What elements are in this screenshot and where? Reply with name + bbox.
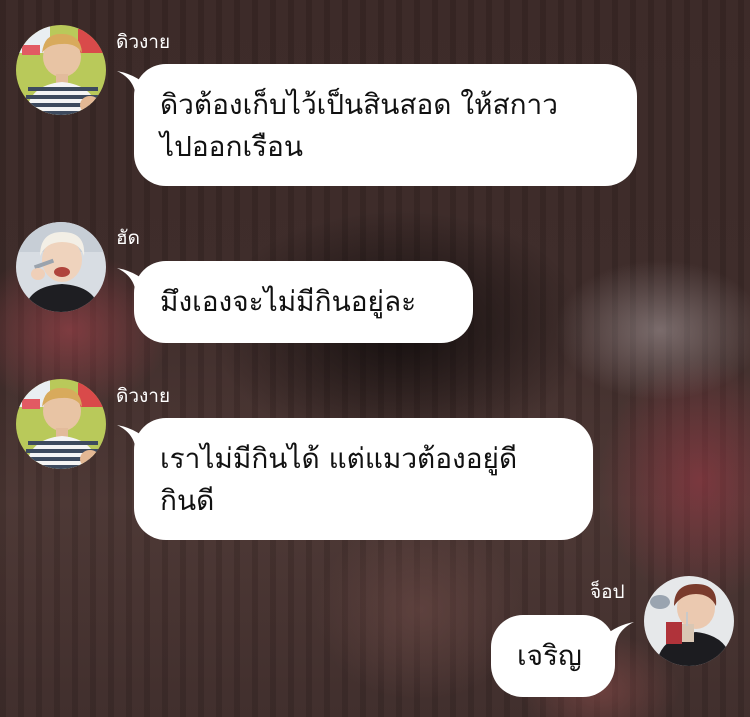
user-avatar-striped-shirt-icon — [16, 379, 106, 469]
user-avatar-drinking-icon — [644, 576, 734, 666]
message-text-line: ดิวต้องเก็บไว้เป็นสินสอด ให้สกาว — [160, 88, 559, 121]
sender-name: ดิวงาย — [116, 385, 171, 407]
message-bubble[interactable]: ดิวต้องเก็บไว้เป็นสินสอด ให้สกาว ไปออกเร… — [134, 64, 637, 186]
sender-name: ดิวงาย — [116, 31, 171, 53]
message-text-line: กินดี — [160, 484, 215, 517]
message-text-line: ไปออกเรือน — [160, 130, 304, 163]
sender-name: ฮัด — [116, 227, 140, 249]
message-bubble[interactable]: เจริญ — [491, 615, 615, 697]
sender-name: จ็อป — [590, 581, 625, 603]
message-text-line: เจริญ — [517, 639, 582, 672]
sender-avatar[interactable] — [16, 222, 106, 312]
sender-avatar[interactable] — [16, 25, 106, 115]
sender-avatar[interactable] — [16, 379, 106, 469]
user-avatar-striped-shirt-icon — [16, 25, 106, 115]
message-bubble[interactable]: เราไม่มีกินได้ แต่แมวต้องอยู่ดี กินดี — [134, 418, 593, 540]
message-text-line: มึงเองจะไม่มีกินอยู่ละ — [160, 285, 417, 318]
message-bubble[interactable]: มึงเองจะไม่มีกินอยู่ละ — [134, 261, 473, 343]
message-text-line: เราไม่มีกินได้ แต่แมวต้องอยู่ดี — [160, 442, 518, 475]
sender-avatar[interactable] — [644, 576, 734, 666]
user-avatar-eating-icon — [16, 222, 106, 312]
